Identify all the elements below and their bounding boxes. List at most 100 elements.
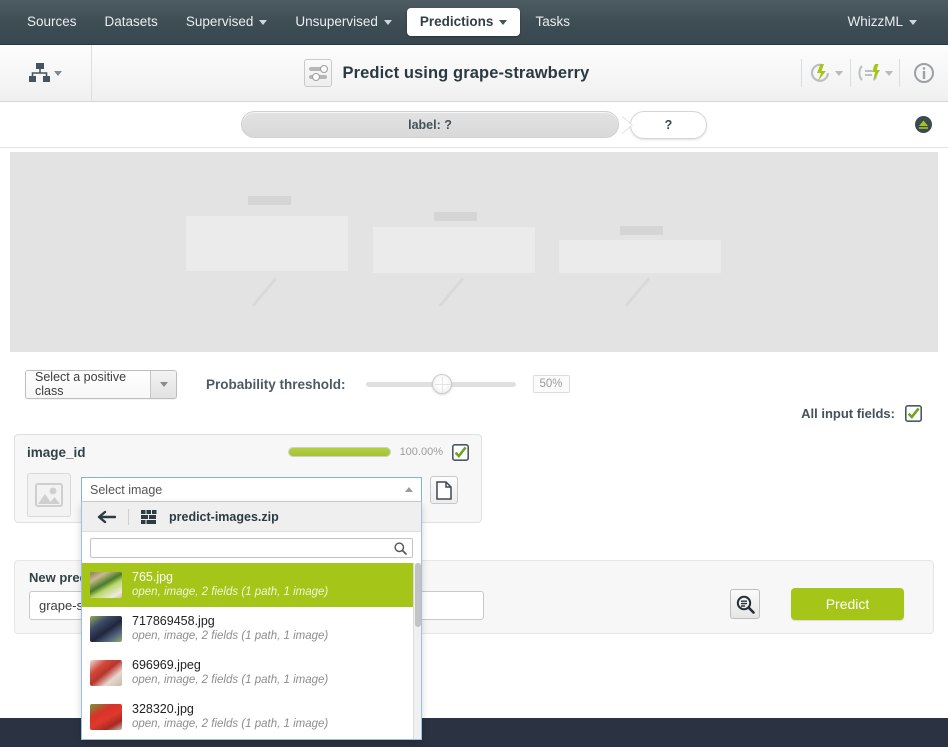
- list-item[interactable]: 717869458.jpg open, image, 2 fields (1 p…: [82, 607, 421, 651]
- option-meta: 765.jpg open, image, 2 fields (1 path, 1…: [132, 570, 328, 601]
- field-header-right: 100.00%: [287, 443, 469, 461]
- prediction-path-bar: label: ? ?: [0, 102, 948, 148]
- new-prediction-name-value: grape-s: [39, 598, 84, 613]
- main-navigation-bar: Sources Datasets Supervised Unsupervised…: [0, 0, 948, 45]
- search-detail-icon[interactable]: [730, 589, 760, 619]
- image-select-panel: predict-images.zip 765.jpg open, image,: [81, 502, 422, 740]
- image-placeholder-glyph: [35, 483, 63, 507]
- scrollbar-thumb[interactable]: [415, 563, 421, 627]
- model-tree-icon[interactable]: [29, 63, 62, 83]
- app-window: Sources Datasets Supervised Unsupervised…: [0, 0, 948, 747]
- field-card-header: image_id 100.00%: [15, 435, 481, 469]
- model-tree-glyph: [29, 63, 50, 82]
- image-select-control[interactable]: Select image: [81, 477, 422, 502]
- nav-label: Tasks: [535, 14, 570, 30]
- breadcrumb-source-label: predict-images.zip: [169, 509, 279, 524]
- probability-threshold-slider[interactable]: [365, 373, 516, 395]
- field-name: image_id: [27, 444, 86, 460]
- path-segment-label: label: ?: [408, 117, 452, 132]
- option-meta: 717869458.jpg open, image, 2 fields (1 p…: [132, 614, 328, 645]
- chevron-down-icon: [835, 70, 843, 76]
- info-glyph: [914, 63, 934, 83]
- collapse-glyph: [915, 116, 932, 133]
- script-flash-dropdown-icon[interactable]: [851, 45, 899, 101]
- nav-item-supervised[interactable]: Supervised: [173, 8, 281, 36]
- threshold-value-box: 50%: [532, 375, 570, 393]
- list-item[interactable]: 765.jpg open, image, 2 fields (1 path, 1…: [82, 563, 421, 607]
- list-item[interactable]: 328320.jpg open, image, 2 fields (1 path…: [82, 695, 421, 739]
- nav-label: Datasets: [104, 14, 158, 30]
- placeholder-bar: [559, 240, 721, 273]
- placeholder-label: [434, 212, 477, 221]
- predict-button[interactable]: Predict: [791, 588, 904, 620]
- slider-handle[interactable]: [431, 374, 452, 394]
- nav-item-datasets[interactable]: Datasets: [92, 8, 171, 36]
- option-name: 328320.jpg: [132, 701, 194, 716]
- placeholder-bar: [186, 216, 348, 271]
- chevron-down-icon: [54, 70, 62, 76]
- field-importance-bar: [287, 447, 391, 457]
- option-meta: 696969.jpeg open, image, 2 fields (1 pat…: [132, 658, 328, 689]
- positive-class-select[interactable]: Select a positive class: [25, 369, 177, 399]
- predict-button-label: Predict: [825, 596, 870, 612]
- nav-label: Supervised: [185, 14, 254, 30]
- prediction-path-segment[interactable]: label: ?: [241, 111, 619, 138]
- dropdown-breadcrumb: predict-images.zip: [82, 502, 421, 532]
- nav-item-predictions[interactable]: Predictions: [406, 8, 521, 36]
- back-arrow-icon[interactable]: [96, 510, 116, 524]
- nav-item-unsupervised[interactable]: Unsupervised: [282, 8, 405, 36]
- flash-dropdown-icon[interactable]: [802, 45, 850, 101]
- prediction-chart-placeholder: [10, 152, 938, 352]
- info-icon[interactable]: [900, 45, 948, 101]
- placeholder-bar: [373, 227, 535, 273]
- flash-glyph: [810, 63, 830, 82]
- all-input-fields-label: All input fields:: [801, 406, 895, 421]
- option-detail: open, image, 2 fields (1 path, 1 image): [132, 718, 329, 731]
- search-detail-glyph: [736, 595, 755, 614]
- file-icon-button[interactable]: [430, 476, 458, 504]
- search-icon: [394, 541, 407, 555]
- chevron-down-icon: [885, 70, 893, 76]
- composite-source-icon: [141, 509, 157, 524]
- page-title: Predict using grape-strawberry: [342, 63, 590, 82]
- nav-item-whizzml[interactable]: WhizzML: [834, 8, 930, 36]
- field-importance-value: 100.00%: [399, 446, 443, 458]
- positive-class-dropdown-button[interactable]: [150, 370, 176, 398]
- checkbox-checked-icon[interactable]: [905, 405, 922, 422]
- script-glyph: [858, 64, 880, 81]
- option-thumbnail: [90, 616, 122, 642]
- path-leaf-label: ?: [664, 117, 673, 132]
- positive-class-value: Select a positive class: [26, 370, 150, 398]
- option-name: 717869458.jpg: [132, 613, 215, 628]
- sliders-icon: [303, 59, 332, 87]
- slider-row: [308, 65, 328, 73]
- field-checkbox-checked-icon[interactable]: [452, 443, 469, 461]
- list-item[interactable]: 696969.jpeg open, image, 2 fields (1 pat…: [82, 651, 421, 695]
- probability-threshold-label: Probability threshold:: [206, 376, 346, 392]
- nav-label: Sources: [27, 14, 77, 30]
- divider: [128, 508, 129, 525]
- nav-item-tasks[interactable]: Tasks: [522, 8, 583, 36]
- chevron-down-icon: [383, 19, 392, 25]
- prediction-controls-row: Select a positive class Probability thre…: [0, 358, 948, 410]
- nav-label: Predictions: [419, 14, 494, 30]
- collapse-up-icon[interactable]: [914, 115, 933, 139]
- nav-label: Unsupervised: [295, 14, 378, 30]
- resource-type-menu[interactable]: [0, 45, 92, 101]
- prediction-path-leaf[interactable]: ?: [630, 110, 707, 139]
- option-detail: open, image, 2 fields (1 path, 1 image): [132, 630, 329, 643]
- resource-title-bar: Predict using grape-strawberry: [0, 45, 948, 102]
- all-input-fields-control: All input fields:: [801, 405, 922, 422]
- option-thumbnail: [90, 660, 122, 686]
- chevron-down-icon: [909, 19, 917, 25]
- file-icon: [436, 480, 452, 500]
- dropdown-scrollbar[interactable]: [413, 563, 421, 739]
- dropdown-search-input[interactable]: [96, 541, 394, 555]
- nav-right-group: WhizzML: [834, 8, 948, 36]
- placeholder-label: [248, 196, 291, 205]
- nav-item-sources[interactable]: Sources: [14, 8, 90, 36]
- chevron-down-icon: [499, 19, 508, 25]
- image-options-list[interactable]: 765.jpg open, image, 2 fields (1 path, 1…: [82, 563, 421, 739]
- path-arrow-icon: [621, 115, 632, 134]
- dropdown-search-box[interactable]: [90, 538, 413, 558]
